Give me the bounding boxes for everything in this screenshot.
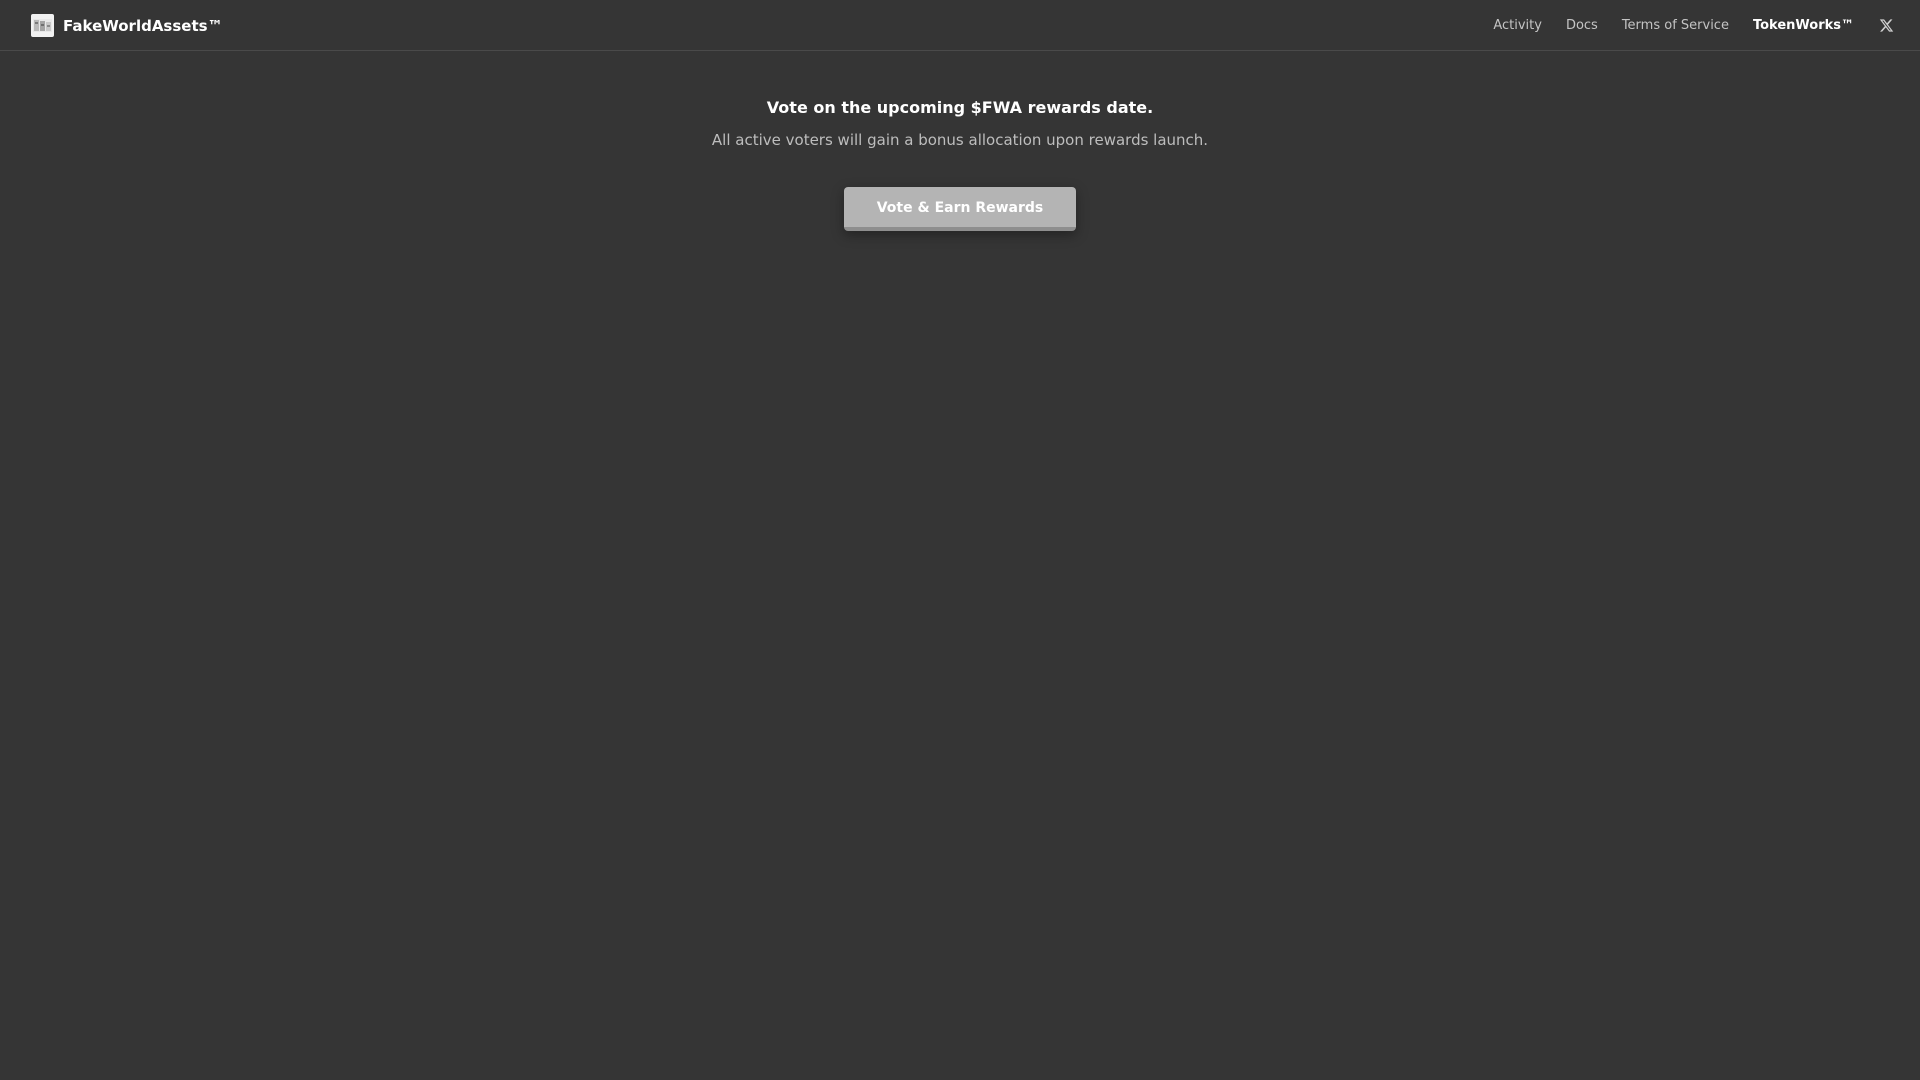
nav-link-activity[interactable]: Activity	[1493, 18, 1542, 33]
hero-section: Vote on the upcoming $FWA rewards date. …	[0, 96, 1920, 152]
x-icon[interactable]	[1879, 18, 1894, 33]
top-navbar: FakeWorldAssets™ Activity Docs Terms of …	[0, 0, 1920, 51]
nav-link-terms-of-service[interactable]: Terms of Service	[1622, 18, 1729, 33]
brand-logo-icon	[31, 14, 54, 37]
nav-link-tokenworks[interactable]: TokenWorks™	[1753, 18, 1854, 33]
nav-link-docs[interactable]: Docs	[1566, 18, 1598, 33]
nav-links: Activity Docs Terms of Service TokenWork…	[1469, 0, 1894, 50]
vote-earn-rewards-button[interactable]: Vote & Earn Rewards	[844, 187, 1076, 231]
brand-home-link[interactable]: FakeWorldAssets™	[31, 14, 223, 37]
brand-name: FakeWorldAssets™	[63, 16, 223, 35]
page-subtitle: All active voters will gain a bonus allo…	[711, 131, 1209, 149]
page-title: Vote on the upcoming $FWA rewards date.	[766, 98, 1154, 117]
